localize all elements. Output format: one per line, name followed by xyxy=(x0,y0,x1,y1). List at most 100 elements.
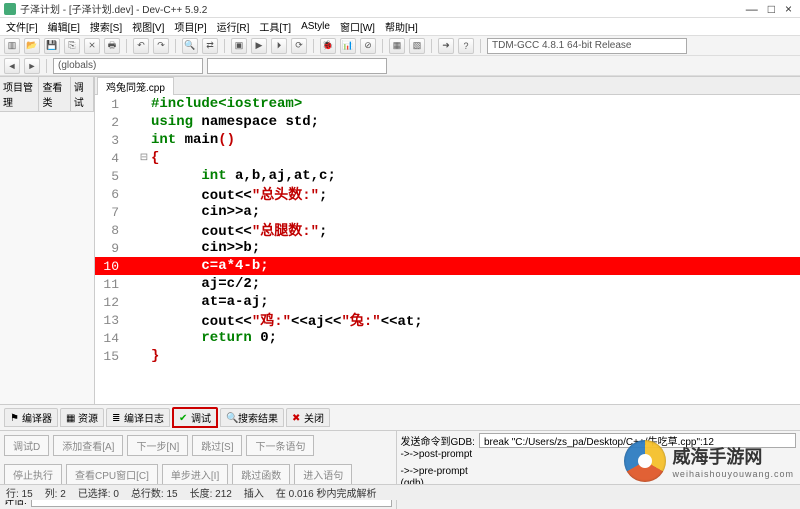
line-number: 7 xyxy=(95,205,125,220)
search-icon: 🔍 xyxy=(226,413,236,423)
scope-select[interactable]: (globals) xyxy=(53,58,203,74)
status-total-lines: 总行数: 15 xyxy=(131,485,178,500)
profile-icon[interactable]: 📊 xyxy=(340,38,356,54)
line-number: 8 xyxy=(95,223,125,238)
tab-close[interactable]: ✖关闭 xyxy=(286,408,330,427)
new-project-icon[interactable]: ▦ xyxy=(389,38,405,54)
close-button[interactable]: × xyxy=(785,2,792,16)
minimize-button[interactable]: — xyxy=(746,2,758,16)
redo-icon[interactable]: ↷ xyxy=(153,38,169,54)
compile-run-icon[interactable]: ⏵ xyxy=(271,38,287,54)
replace-icon[interactable]: ⇄ xyxy=(202,38,218,54)
tab-resources[interactable]: ▦资源 xyxy=(60,408,104,427)
log-icon: ≣ xyxy=(112,413,122,423)
save-all-icon[interactable]: ⎘ xyxy=(64,38,80,54)
step-into-button[interactable]: 单步进入[I] xyxy=(162,464,228,485)
fold-icon[interactable]: ⊟ xyxy=(139,152,149,164)
tab-compile-log[interactable]: ≣编译日志 xyxy=(106,408,170,427)
menu-tools[interactable]: 工具[T] xyxy=(259,19,291,34)
compile-icon[interactable]: ▣ xyxy=(231,38,247,54)
menu-search[interactable]: 搜索[S] xyxy=(90,19,122,34)
code-line: } xyxy=(149,348,159,364)
goto-icon[interactable]: ➜ xyxy=(438,38,454,54)
add-watch-button[interactable]: 添加查看[A] xyxy=(53,435,123,456)
file-tabs: 鸡兔同笼.cpp xyxy=(95,77,800,95)
file-tab-active[interactable]: 鸡兔同笼.cpp xyxy=(97,77,174,95)
menu-astyle[interactable]: AStyle xyxy=(301,21,330,32)
next-stmt-button[interactable]: 下一条语句 xyxy=(246,435,314,456)
tab-search-results[interactable]: 🔍搜索结果 xyxy=(220,408,284,427)
menu-view[interactable]: 视图[V] xyxy=(132,19,164,34)
run-icon[interactable]: ▶ xyxy=(251,38,267,54)
sidebar: 项目管理 查看类 调试 xyxy=(0,77,95,404)
sidebar-tab-project[interactable]: 项目管理 xyxy=(0,77,39,111)
window-controls: — □ × xyxy=(746,2,796,16)
rebuild-icon[interactable]: ⟳ xyxy=(291,38,307,54)
code-line: cin>>a; xyxy=(149,204,260,220)
line-number: 2 xyxy=(95,115,125,130)
step-stmt-button[interactable]: 进入语句 xyxy=(294,464,352,485)
line-number: 15 xyxy=(95,349,125,364)
open-project-icon[interactable]: ▧ xyxy=(409,38,425,54)
undo-icon[interactable]: ↶ xyxy=(133,38,149,54)
code-line: using namespace std; xyxy=(149,114,319,130)
toolbar-secondary: ◄ ► (globals) xyxy=(0,56,800,76)
sidebar-tab-debug[interactable]: 调试 xyxy=(71,77,94,111)
debug-icon[interactable]: 🐞 xyxy=(320,38,336,54)
forward-icon[interactable]: ► xyxy=(24,58,40,74)
status-insert-mode: 插入 xyxy=(244,485,264,500)
status-line: 行: 15 xyxy=(6,485,33,500)
stop-icon[interactable]: ⊘ xyxy=(360,38,376,54)
watermark: 威海手游网 weihaishouyouwang.com xyxy=(624,440,794,482)
tab-compiler[interactable]: ⚑编译器 xyxy=(4,408,58,427)
breakpoint-line: 10 c=a*4-b; xyxy=(95,257,800,275)
save-icon[interactable]: 💾 xyxy=(44,38,60,54)
menu-run[interactable]: 运行[R] xyxy=(217,19,250,34)
line-number: 14 xyxy=(95,331,125,346)
menu-window[interactable]: 窗口[W] xyxy=(340,19,375,34)
separator xyxy=(175,39,176,53)
watermark-url: weihaishouyouwang.com xyxy=(672,469,794,479)
open-file-icon[interactable]: 📂 xyxy=(24,38,40,54)
skip-button[interactable]: 跳过[S] xyxy=(192,435,242,456)
step-over-button[interactable]: 跳过函数 xyxy=(232,464,290,485)
status-parse-time: 在 0.016 秒内完成解析 xyxy=(276,485,377,500)
back-icon[interactable]: ◄ xyxy=(4,58,20,74)
sidebar-tab-classes[interactable]: 查看类 xyxy=(39,77,70,111)
code-line: #include<iostream> xyxy=(149,96,302,112)
status-bar: 行: 15 列: 2 已选择: 0 总行数: 15 长度: 212 插入 在 0… xyxy=(0,484,800,500)
separator xyxy=(224,39,225,53)
watermark-logo-icon xyxy=(624,440,666,482)
close-file-icon[interactable]: ⨯ xyxy=(84,38,100,54)
tab-debug[interactable]: ✔调试 xyxy=(172,407,218,428)
resources-icon: ▦ xyxy=(66,413,76,423)
help-icon[interactable]: ? xyxy=(458,38,474,54)
maximize-button[interactable]: □ xyxy=(768,2,775,16)
close-icon: ✖ xyxy=(292,413,302,423)
code-editor[interactable]: 1#include<iostream> 2using namespace std… xyxy=(95,95,800,404)
status-length: 长度: 212 xyxy=(190,485,232,500)
title-bar: 子泽计划 - [子泽计划.dev] - Dev-C++ 5.9.2 — □ × xyxy=(0,0,800,18)
editor-area: 鸡兔同笼.cpp 1#include<iostream> 2using name… xyxy=(95,77,800,404)
line-number: 9 xyxy=(95,241,125,256)
check-icon: ✔ xyxy=(179,413,189,423)
find-icon[interactable]: 🔍 xyxy=(182,38,198,54)
watermark-text: 威海手游网 xyxy=(672,447,762,467)
debug-button[interactable]: 调试D xyxy=(4,435,49,456)
separator xyxy=(126,39,127,53)
new-file-icon[interactable]: ▥ xyxy=(4,38,20,54)
menu-help[interactable]: 帮助[H] xyxy=(385,19,418,34)
bottom-tabs: ⚑编译器 ▦资源 ≣编译日志 ✔调试 🔍搜索结果 ✖关闭 xyxy=(0,405,800,431)
menu-edit[interactable]: 编辑[E] xyxy=(48,19,80,34)
next-step-button[interactable]: 下一步[N] xyxy=(127,435,188,456)
compiler-select[interactable]: TDM-GCC 4.8.1 64-bit Release xyxy=(487,38,687,54)
print-icon[interactable]: 🖶 xyxy=(104,38,120,54)
cpu-window-button[interactable]: 查看CPU窗口[C] xyxy=(66,464,158,485)
status-selection: 已选择: 0 xyxy=(78,485,119,500)
menu-file[interactable]: 文件[F] xyxy=(6,19,38,34)
symbol-select[interactable] xyxy=(207,58,387,74)
code-line: cout<<"总头数:"; xyxy=(149,184,327,204)
menu-project[interactable]: 项目[P] xyxy=(174,19,206,34)
stop-debug-button[interactable]: 停止执行 xyxy=(4,464,62,485)
line-number: 4 xyxy=(95,151,125,166)
